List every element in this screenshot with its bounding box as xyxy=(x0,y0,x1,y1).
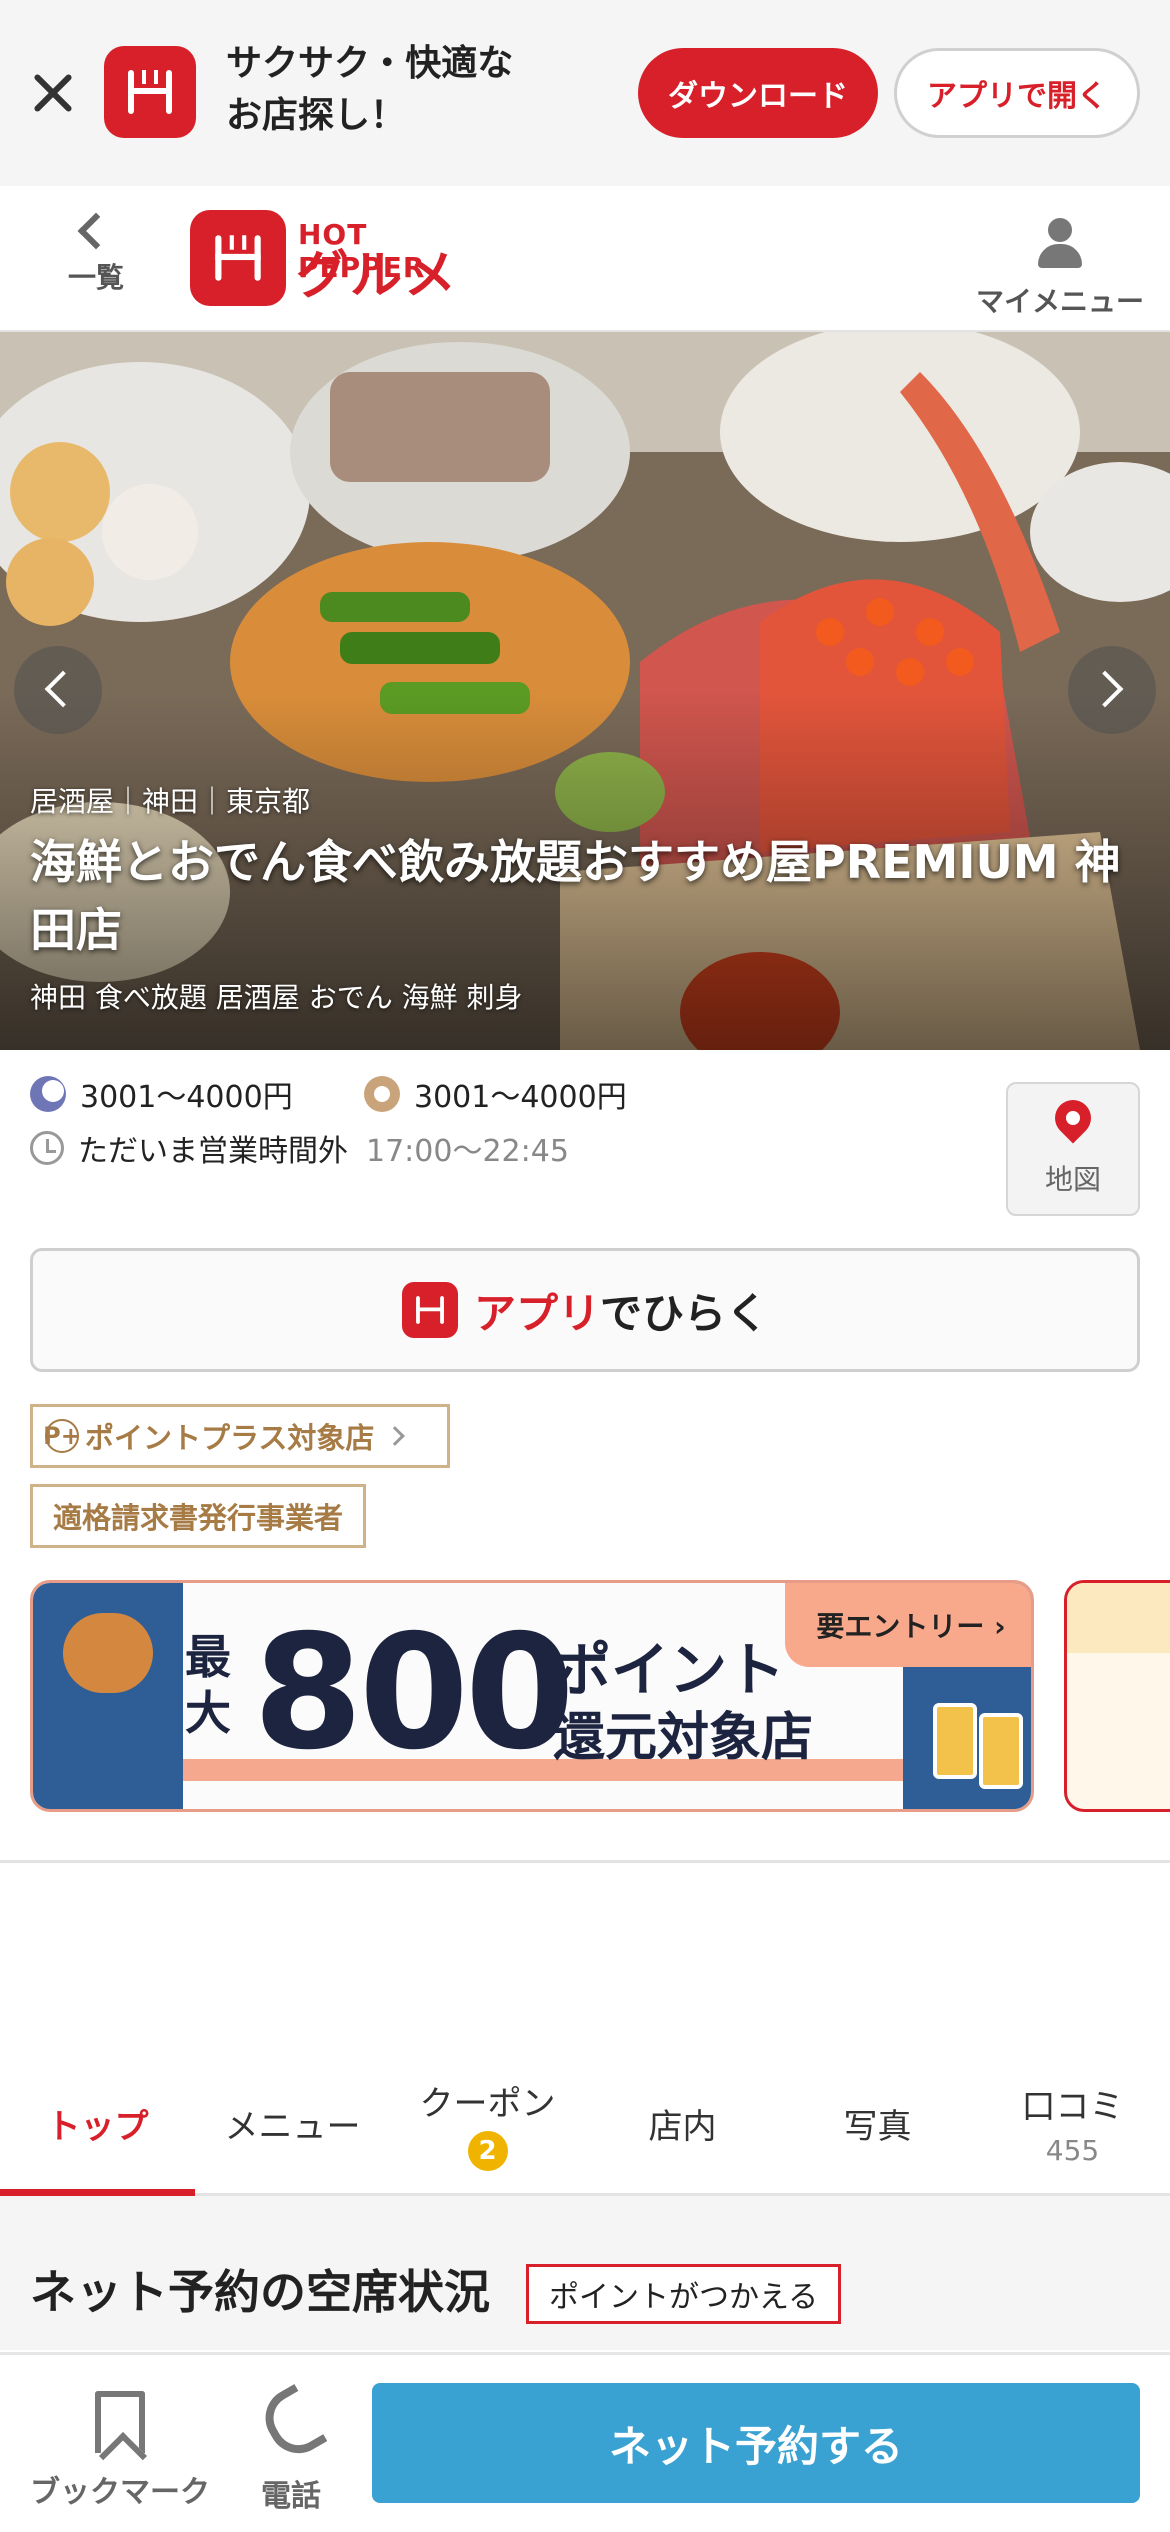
clock-icon xyxy=(30,1131,64,1165)
tab-label: 写真 xyxy=(843,2106,912,2147)
reserve-online-button[interactable]: ネット予約する xyxy=(372,2383,1140,2503)
phone-icon xyxy=(254,2383,328,2465)
site-header: 一覧 HOT PEPPER グルメ マイメニュー xyxy=(0,186,1170,332)
beer-illustration xyxy=(933,1703,977,1779)
shop-category: 居酒屋｜神田｜東京都 xyxy=(30,785,311,818)
app-install-banner: サクサク・快適な お店探し！ ダウンロード アプリで開く xyxy=(0,0,1170,186)
coupon-count-badge: 2 xyxy=(467,2130,508,2171)
phone-label: 電話 xyxy=(261,2479,321,2514)
back-to-list-button[interactable]: 一覧 xyxy=(56,206,136,316)
hotpepper-logo[interactable]: HOT PEPPER グルメ xyxy=(190,208,480,308)
dinner-price-row: 3001～4000円 xyxy=(30,1072,293,1116)
logo-text-main: グルメ xyxy=(296,246,459,306)
open-status: ただいま営業時間外 xyxy=(78,1134,348,1169)
chevron-right-icon xyxy=(1086,670,1124,708)
app-banner-message: サクサク・快適な お店探し！ xyxy=(226,38,513,142)
tab-coupon[interactable]: クーポン 2 xyxy=(390,2050,585,2196)
open-app-label-accent: アプリ xyxy=(473,1288,600,1338)
shop-info: 3001～4000円 3001～4000円 ただいま営業時間外 17:00～22… xyxy=(0,1050,1170,1240)
business-hours: 17:00～22:45 xyxy=(366,1134,569,1169)
tab-reviews[interactable]: 口コミ 455 xyxy=(975,2050,1170,2196)
points-usable-badge: ポイントがつかえる xyxy=(526,2264,842,2324)
divider xyxy=(0,1860,1170,1863)
open-in-app-large-button[interactable]: アプリ でひらく xyxy=(30,1248,1140,1372)
app-icon xyxy=(104,46,196,138)
point-plus-badge[interactable]: P+ ポイントプラス対象店 xyxy=(30,1404,450,1468)
section-title: ネット予約の空席状況 xyxy=(30,2265,490,2319)
hours-row: ただいま営業時間外 17:00～22:45 xyxy=(30,1126,569,1170)
chevron-left-icon xyxy=(44,670,82,708)
app-banner-line1: サクサク・快適な xyxy=(226,43,514,84)
point-campaign-banner[interactable]: 最大 800 ポイント 還元対象店 要エントリー › xyxy=(30,1580,1034,1812)
bookmark-icon xyxy=(95,2391,145,2453)
next-banner-peek[interactable] xyxy=(1064,1580,1170,1812)
person-icon xyxy=(1038,218,1082,270)
hero-carousel[interactable]: 居酒屋｜神田｜東京都 海鮮とおでん食べ飲み放題おすすめ屋PREMIUM 神田店 … xyxy=(0,332,1170,1050)
carousel-next-button[interactable] xyxy=(1068,646,1156,734)
fork-knife-icon xyxy=(128,70,172,114)
close-icon[interactable] xyxy=(26,66,78,118)
tab-photos[interactable]: 写真 xyxy=(780,2050,975,2196)
tab-interior[interactable]: 店内 xyxy=(585,2050,780,2196)
download-button[interactable]: ダウンロード xyxy=(638,48,878,138)
review-count: 455 xyxy=(1045,2134,1100,2167)
bottom-action-bar: ブックマーク 電話 ネット予約する xyxy=(0,2352,1170,2532)
fork-knife-icon xyxy=(215,235,261,281)
fork-knife-icon xyxy=(416,1296,444,1324)
beer-illustration xyxy=(979,1713,1023,1789)
back-label: 一覧 xyxy=(67,261,124,294)
point-plus-label: ポイントプラス対象店 xyxy=(85,1421,375,1455)
map-button[interactable]: 地図 xyxy=(1006,1082,1140,1216)
entry-required-tag: 要エントリー › xyxy=(785,1583,1031,1667)
carousel-prev-button[interactable] xyxy=(14,646,102,734)
page: サクサク・快適な お店探し！ ダウンロード アプリで開く 一覧 HOT PEPP… xyxy=(0,0,1170,2532)
map-label: 地図 xyxy=(1044,1163,1101,1196)
open-app-label: でひらく xyxy=(600,1288,769,1338)
tab-label: メニュー xyxy=(224,2106,361,2147)
lunch-price-row: 3001～4000円 xyxy=(364,1072,627,1116)
app-banner-line2: お店探し！ xyxy=(226,95,407,136)
bookmark-button[interactable]: ブックマーク xyxy=(30,2385,210,2511)
tab-label: 口コミ xyxy=(1021,2087,1124,2127)
chevron-left-icon xyxy=(77,212,115,250)
karaage-illustration xyxy=(63,1613,153,1693)
shop-tabs: トップ メニュー クーポン 2 店内 写真 口コミ 455 xyxy=(0,2050,1170,2199)
app-icon xyxy=(401,1282,458,1338)
phone-button[interactable]: 電話 xyxy=(246,2383,336,2515)
my-menu-label: マイメニュー xyxy=(975,285,1144,318)
tab-label: トップ xyxy=(46,2106,149,2147)
promo-line2: 還元対象店 xyxy=(553,1708,814,1768)
reservation-availability-section: ネット予約の空席状況 ポイントがつかえる xyxy=(0,2196,1170,2350)
tab-label: クーポン xyxy=(419,2083,556,2124)
map-pin-icon xyxy=(1047,1092,1099,1144)
invoice-issuer-badge: 適格請求書発行事業者 xyxy=(30,1484,366,1548)
my-menu-button[interactable]: マイメニュー xyxy=(970,210,1150,320)
open-in-app-button[interactable]: アプリで開く xyxy=(894,48,1140,138)
tab-top[interactable]: トップ xyxy=(0,2050,195,2199)
dinner-price: 3001～4000円 xyxy=(80,1080,293,1115)
sun-icon xyxy=(364,1076,400,1112)
moon-icon xyxy=(30,1076,66,1112)
lunch-price: 3001～4000円 xyxy=(414,1080,627,1115)
promo-max: 最大 xyxy=(185,1630,231,1740)
shop-tags: 神田 食べ放題 居酒屋 おでん 海鮮 刺身 xyxy=(30,981,523,1014)
point-plus-icon: P+ xyxy=(43,1419,81,1453)
tab-label: 店内 xyxy=(648,2106,717,2147)
promo-number: 800 xyxy=(253,1601,575,1785)
chevron-right-icon xyxy=(385,1426,406,1446)
tab-menu[interactable]: メニュー xyxy=(195,2050,390,2196)
logo-icon xyxy=(190,210,286,306)
shop-name: 海鮮とおでん食べ飲み放題おすすめ屋PREMIUM 神田店 xyxy=(30,835,1121,957)
